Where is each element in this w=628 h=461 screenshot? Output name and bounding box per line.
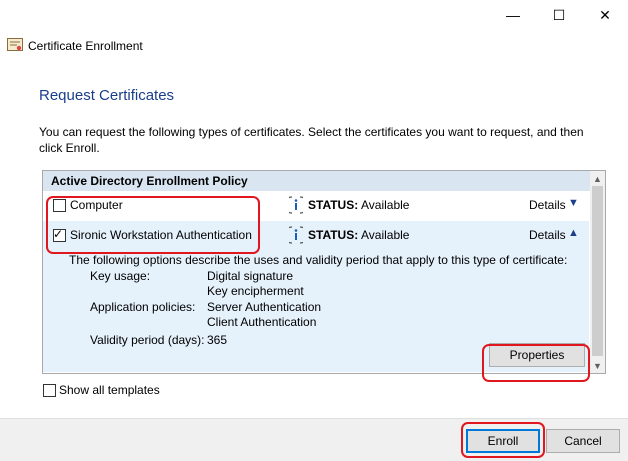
info-icon <box>289 226 303 244</box>
certificate-label: Sironic Workstation Authentication <box>70 228 252 242</box>
chevron-up-icon[interactable]: ▲ <box>568 227 579 239</box>
details-description: The following options describe the uses … <box>69 253 568 267</box>
computer-checkbox[interactable] <box>53 199 66 212</box>
key-usage-value: Digital signature <box>207 269 294 283</box>
window-controls: — ☐ ✕ <box>490 0 628 30</box>
properties-button[interactable]: Properties <box>489 343 585 367</box>
chevron-down-icon[interactable]: ▼ <box>568 197 579 209</box>
app-policy-value: Client Authentication <box>207 315 317 329</box>
intro-text: You can request the following types of c… <box>39 125 584 155</box>
certificate-label: Computer <box>70 198 123 212</box>
app-policy-value: Server Authentication <box>207 300 322 314</box>
scroll-thumb[interactable] <box>592 186 603 356</box>
page-title: Request Certificates <box>39 87 175 104</box>
key-usage-label: Key usage: <box>90 269 151 283</box>
validity-label: Validity period (days): <box>90 333 205 347</box>
app-policies-label: Application policies: <box>90 300 196 314</box>
certificate-list: Active Directory Enrollment Policy Compu… <box>42 170 606 374</box>
key-usage-value: Key encipherment <box>207 284 304 298</box>
certificate-details: The following options describe the uses … <box>43 251 589 372</box>
validity-value: 365 <box>207 333 228 347</box>
minimize-button[interactable]: — <box>490 0 536 30</box>
details-toggle-sironic[interactable]: Details <box>529 228 566 242</box>
maximize-button[interactable]: ☐ <box>536 0 582 30</box>
window-title: Certificate Enrollment <box>28 39 143 53</box>
scroll-down-icon[interactable]: ▼ <box>590 358 605 373</box>
policy-header: Active Directory Enrollment Policy <box>43 171 597 191</box>
dialog-footer: Enroll Cancel <box>0 418 628 461</box>
certificate-row-computer[interactable]: Computer STATUS: Available Details ▼ <box>43 191 589 221</box>
title-bar: — ☐ ✕ <box>0 0 628 30</box>
checkmark-icon: ✓ <box>53 227 64 241</box>
scroll-up-icon[interactable]: ▲ <box>590 171 605 186</box>
vertical-scrollbar[interactable]: ▲ ▼ <box>590 171 605 373</box>
main-content: Request Certificates You can request the… <box>0 62 628 418</box>
details-toggle-computer[interactable]: Details <box>529 198 566 212</box>
cancel-button[interactable]: Cancel <box>546 429 620 453</box>
show-all-checkbox[interactable] <box>43 384 56 397</box>
app-header: Certificate Enrollment <box>0 30 628 63</box>
close-button[interactable]: ✕ <box>582 0 628 30</box>
status-value: Available <box>361 228 410 242</box>
certificate-row-sironic[interactable]: ✓ Sironic Workstation Authentication STA… <box>43 221 589 251</box>
certificate-icon <box>7 38 23 51</box>
enroll-button[interactable]: Enroll <box>466 429 540 453</box>
info-icon <box>289 196 303 214</box>
status-label: STATUS: <box>308 228 359 242</box>
status-label: STATUS: <box>308 198 359 212</box>
show-all-label: Show all templates <box>59 383 160 397</box>
status-value: Available <box>361 198 410 212</box>
sironic-checkbox[interactable]: ✓ <box>53 227 66 242</box>
